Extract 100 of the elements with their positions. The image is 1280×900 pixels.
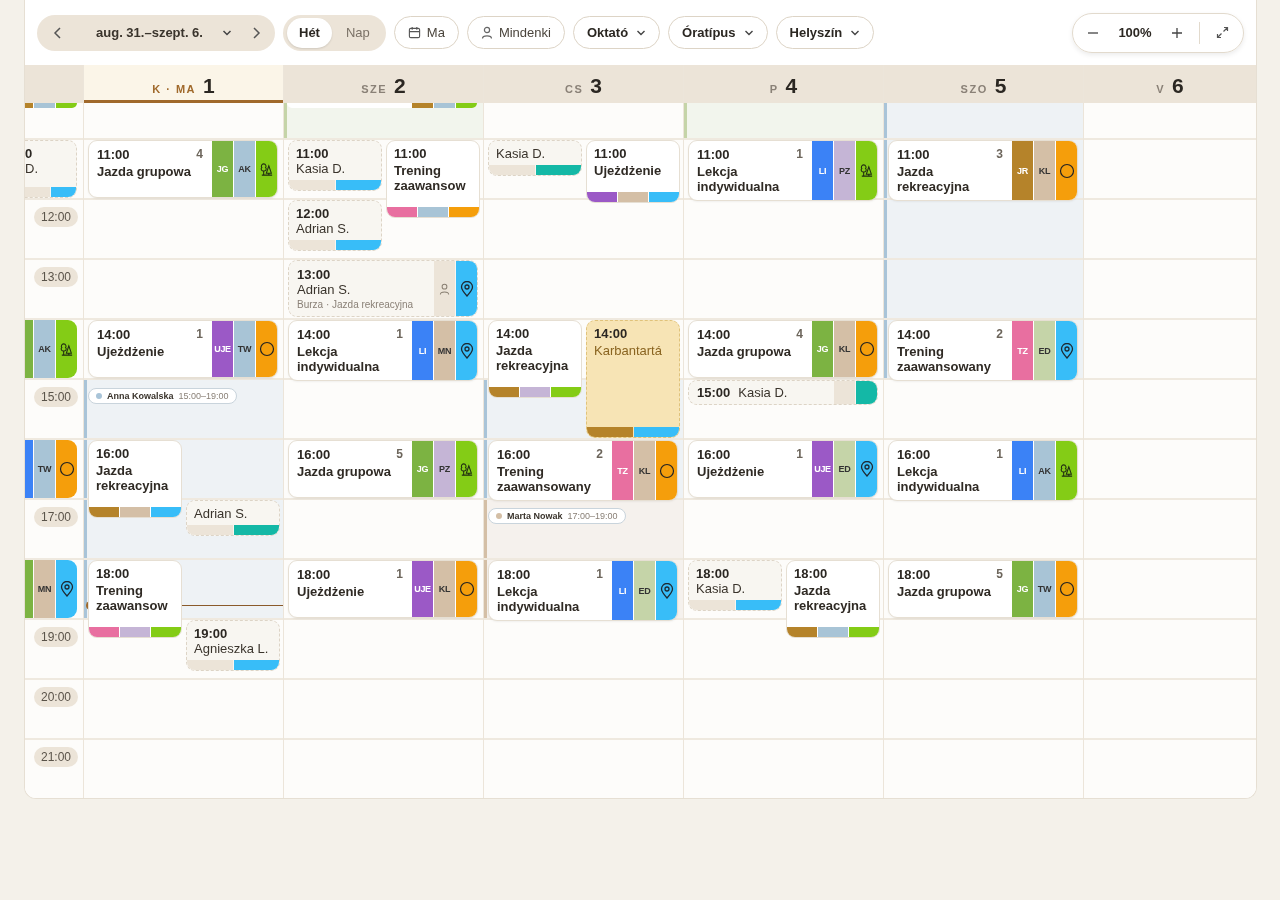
lesson-card[interactable] bbox=[287, 103, 477, 108]
participant-count: 3 bbox=[996, 147, 1003, 162]
plus-icon[interactable] bbox=[1171, 26, 1183, 39]
participant-count: 4 bbox=[196, 147, 203, 162]
today-button[interactable]: Ma bbox=[393, 16, 459, 49]
lesson-card[interactable]: 11:00 1 Lekcja indywidualna LI PZ bbox=[688, 140, 878, 201]
event-time: 16:00 bbox=[497, 447, 531, 462]
lesson-card[interactable]: TW bbox=[25, 440, 77, 498]
circle-icon bbox=[1058, 162, 1075, 179]
lesson-card[interactable]: 11:00 Ujeżdżenie bbox=[586, 140, 680, 203]
private-session-card[interactable]: 13:00 Adrian S. Burza · Jazda rekreacyjna bbox=[288, 260, 478, 317]
private-session-card[interactable]: Kasia D. bbox=[488, 140, 582, 176]
circle-icon bbox=[258, 341, 275, 357]
code-tag: KL bbox=[1034, 141, 1055, 200]
lesson-card[interactable]: 14:00 1 Lekcja indywidualna LI MN bbox=[288, 320, 478, 381]
weekday-label: SZE bbox=[361, 83, 388, 95]
lesson-card[interactable]: 16:00 1 Ujeżdżenie UJE ED bbox=[688, 440, 878, 498]
event-time: 18:00 bbox=[897, 567, 931, 582]
trees-icon bbox=[459, 461, 474, 477]
location-pin-icon bbox=[1059, 342, 1074, 359]
next-icon[interactable] bbox=[251, 26, 261, 39]
trees-icon bbox=[259, 161, 274, 177]
lesson-card[interactable]: 18:00 1 Ujeżdżenie UJE KL bbox=[288, 560, 478, 618]
filter-dropdown[interactable]: Óratípus bbox=[668, 16, 768, 49]
code-tag: LI bbox=[412, 321, 433, 380]
caret-icon[interactable] bbox=[221, 28, 232, 37]
code-tag: JG bbox=[212, 141, 233, 197]
time-label: 17:00 bbox=[34, 507, 79, 527]
filter-dropdown[interactable]: Helyszín bbox=[775, 16, 875, 49]
day-number: 5 bbox=[994, 74, 1007, 98]
event-title: Lekcja indywidualna bbox=[297, 344, 381, 374]
lesson-card[interactable]: 16:00 2 Trening zaawansowany TZ KL bbox=[488, 440, 678, 501]
lesson-card[interactable]: 14:00 2 Trening zaawansowany TZ ED bbox=[888, 320, 1078, 381]
time-label: 20:00 bbox=[34, 687, 79, 707]
event-time: 18:00 bbox=[297, 567, 331, 582]
student-name: Adrian S. bbox=[297, 282, 352, 297]
code-tag: ED bbox=[634, 561, 655, 620]
location-pin-icon bbox=[659, 582, 674, 599]
event-title: Jazda grupowa bbox=[297, 464, 392, 479]
participant-count: 5 bbox=[396, 447, 403, 462]
lesson-card[interactable]: 11:00 4 Jazda grupowa JG AK bbox=[88, 140, 278, 198]
code-tag: UJE bbox=[812, 441, 833, 497]
lesson-card[interactable]: 16:00 Jazda rekreacyjna bbox=[88, 440, 182, 518]
lesson-card[interactable]: 14:00 Jazda rekreacyjna bbox=[488, 320, 582, 398]
event-time: 16:00 bbox=[697, 447, 731, 462]
private-session-card[interactable]: Adrian S. bbox=[186, 500, 280, 536]
code-tag: PZ bbox=[834, 141, 855, 200]
event-details: Burza · Jazda rekreacyjna bbox=[297, 299, 415, 310]
code-tag: AK bbox=[1034, 441, 1055, 500]
caret-icon bbox=[850, 28, 861, 37]
lesson-card[interactable]: MN bbox=[25, 560, 77, 618]
lesson-card[interactable]: 18:00 1 Lekcja indywidualna LI ED bbox=[488, 560, 678, 621]
code-tag: AK bbox=[234, 141, 255, 197]
trees-icon bbox=[59, 341, 74, 357]
event-time: 11:00 bbox=[394, 146, 428, 161]
private-session-card[interactable]: 0 D. bbox=[25, 140, 77, 198]
lesson-card[interactable]: 14:00 4 Jazda grupowa JG KL bbox=[688, 320, 878, 378]
previous-icon[interactable] bbox=[53, 26, 63, 39]
lesson-card[interactable]: AK bbox=[25, 320, 77, 378]
lesson-card[interactable]: 16:00 5 Jazda grupowa JG PZ bbox=[288, 440, 478, 498]
lesson-card[interactable]: 14:00 1 Ujeżdżenie UJE TW bbox=[88, 320, 278, 378]
event-time: 11:00 bbox=[296, 146, 330, 161]
view-tab[interactable]: Hét bbox=[287, 17, 332, 48]
event-title: Trening zaawansow bbox=[394, 163, 467, 193]
circle-icon bbox=[658, 462, 675, 479]
private-session-card[interactable]: 19:00 Agnieszka L. bbox=[186, 620, 280, 671]
date-range[interactable]: aug. 31.–szept. 6. bbox=[96, 25, 203, 40]
location-pin-icon bbox=[459, 342, 474, 359]
event-title: Ujeżdżenie bbox=[97, 344, 166, 359]
time-label: 21:00 bbox=[34, 747, 79, 767]
participant-count: 1 bbox=[596, 567, 603, 582]
lesson-card[interactable]: 18:00 5 Jazda grupowa JG TW bbox=[888, 560, 1078, 618]
view-tab[interactable]: Nap bbox=[333, 17, 382, 48]
event-time: 0 bbox=[25, 146, 34, 161]
lesson-card[interactable]: 18:00 Jazda rekreacyjna bbox=[786, 560, 880, 638]
lesson-card[interactable]: 18:00 Trening zaawansow bbox=[88, 560, 182, 638]
private-session-card[interactable]: 15:00 Kasia D. bbox=[688, 380, 878, 405]
participant-count: 1 bbox=[396, 567, 403, 582]
code-tag: JG bbox=[412, 441, 433, 497]
expand-icon[interactable] bbox=[1216, 26, 1229, 39]
day-number: 6 bbox=[1172, 74, 1184, 98]
event-time: 18:00 bbox=[96, 566, 131, 581]
weekday-label: P bbox=[769, 83, 779, 95]
person-icon bbox=[439, 282, 450, 295]
event-time: 14:00 bbox=[297, 327, 331, 342]
private-session-card[interactable]: 11:00 Kasia D. bbox=[288, 140, 382, 191]
lesson-card[interactable]: 16:00 1 Lekcja indywidualna LI AK bbox=[888, 440, 1078, 501]
filter-dropdown[interactable]: Oktató bbox=[572, 16, 661, 49]
event-title: Jazda grupowa bbox=[697, 344, 792, 359]
maintenance-card[interactable]: 14:00 Karbantartá bbox=[586, 320, 680, 438]
trees-icon bbox=[859, 163, 874, 178]
people-filter[interactable]: Mindenki bbox=[466, 16, 565, 49]
event-time: 14:00 bbox=[697, 327, 731, 342]
event-title: Ujeżdżenie bbox=[594, 163, 663, 178]
private-session-card[interactable]: 12:00 Adrian S. bbox=[288, 200, 382, 251]
code-tag: JR bbox=[1012, 141, 1033, 200]
private-session-card[interactable]: 18:00 Kasia D. bbox=[688, 560, 782, 611]
lesson-card[interactable]: 11:00 Trening zaawansow bbox=[386, 140, 480, 218]
event-time: 14:00 bbox=[897, 327, 931, 342]
lesson-card[interactable]: 11:00 3 Jazda rekreacyjna JR KL bbox=[888, 140, 1078, 201]
